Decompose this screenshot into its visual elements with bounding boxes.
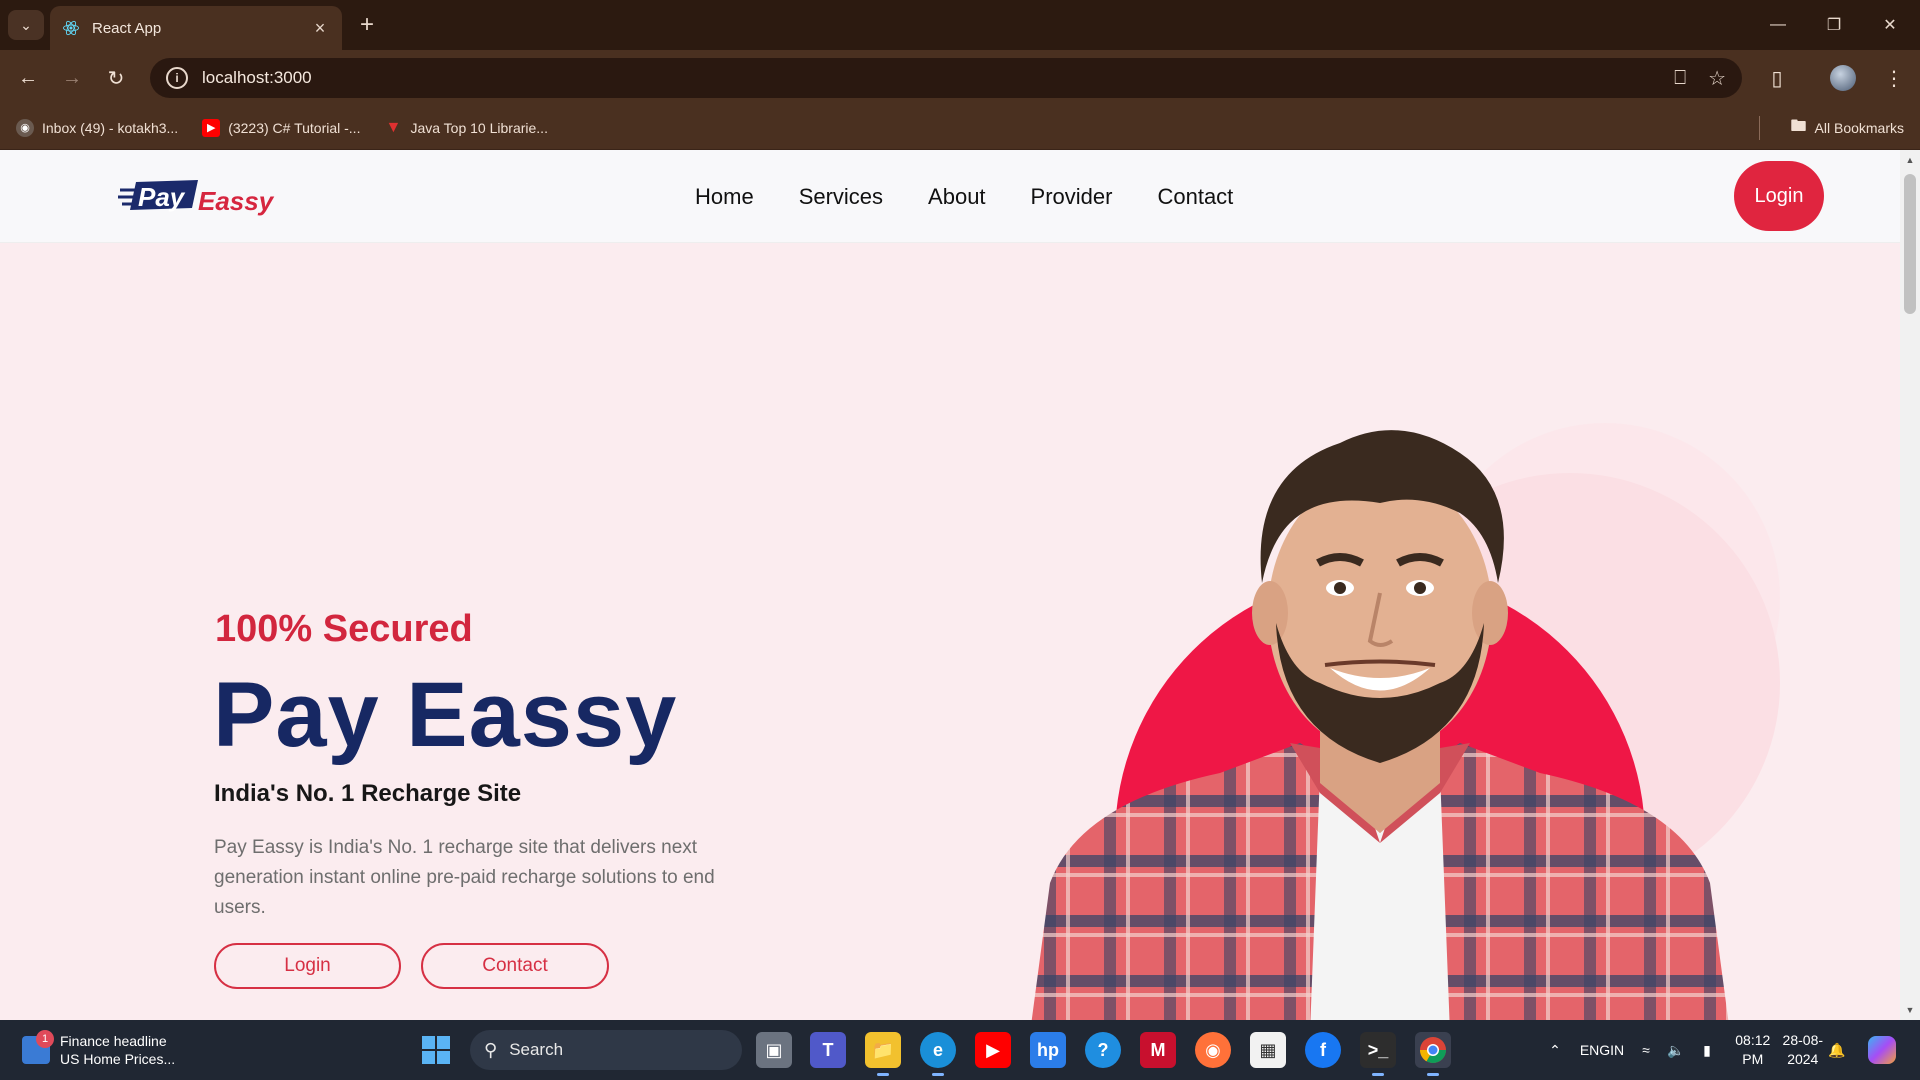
chrome-icon[interactable] — [1415, 1032, 1451, 1076]
teams-icon[interactable]: T — [810, 1032, 846, 1068]
all-bookmarks-button[interactable]: 🖿 All Bookmarks — [1791, 106, 1904, 150]
bookmark-item[interactable]: ▼ Java Top 10 Librarie... — [384, 119, 548, 137]
hp-icon[interactable]: hp — [1030, 1032, 1066, 1068]
hero-eyebrow: 100% Secured — [215, 608, 473, 650]
forward-button[interactable]: → — [56, 62, 88, 94]
bookmark-item[interactable]: ▶ (3223) C# Tutorial -... — [202, 118, 360, 137]
chrome-logo-icon — [1419, 1037, 1447, 1064]
scroll-up-icon[interactable]: ▲ — [1900, 150, 1920, 170]
globe-icon: ◉ — [16, 118, 34, 137]
divider — [1759, 116, 1760, 140]
browser-toolbar: ← → ↻ i localhost:3000 ⎕ ☆ ▯ ⋮ — [0, 50, 1920, 106]
search-icon: ⚲ — [484, 1039, 498, 1060]
youtube-icon: ▶ — [202, 118, 221, 137]
nav-about[interactable]: About — [928, 184, 986, 210]
help-icon[interactable]: ? — [1085, 1032, 1121, 1068]
close-window-button[interactable]: ✕ — [1862, 0, 1918, 50]
site-info-icon[interactable]: i — [166, 67, 188, 89]
reload-button[interactable]: ↻ — [100, 62, 132, 94]
widgets-icon: 1 — [22, 1030, 54, 1064]
svg-text:Eassy: Eassy — [198, 186, 275, 216]
show-hidden-icons[interactable]: ⌃ — [1540, 1020, 1570, 1080]
task-view-icon[interactable]: ▣ — [756, 1032, 792, 1068]
widget-title: Finance headline — [60, 1033, 167, 1049]
widget-subtitle: US Home Prices... — [60, 1051, 176, 1067]
hero-person-image — [1031, 430, 1729, 1020]
nav-contact[interactable]: Contact — [1157, 184, 1233, 210]
address-bar[interactable]: i localhost:3000 ⎕ ☆ — [150, 58, 1742, 98]
site-header: Pay Eassy Home Services About Provider C… — [0, 150, 1900, 243]
windows-taskbar: 1 Finance headline US Home Prices... ⚲ S… — [0, 1020, 1920, 1080]
extensions-icon[interactable]: ▯ — [1763, 64, 1791, 92]
notification-bell-icon[interactable]: 🔔 — [1822, 1020, 1852, 1080]
volume-icon[interactable]: 🔈 — [1662, 1020, 1690, 1080]
restore-button[interactable]: ❐ — [1806, 0, 1862, 50]
react-logo-icon — [63, 20, 79, 36]
active-tab[interactable]: React App × — [50, 6, 342, 50]
bookmarks-bar: ◉ Inbox (49) - kotakh3... ▶ (3223) C# Tu… — [0, 106, 1920, 150]
install-app-icon[interactable]: ⎕ — [1674, 67, 1686, 90]
microsoft-store-icon[interactable]: ▦ — [1250, 1032, 1286, 1068]
firefox-icon[interactable]: ◉ — [1195, 1032, 1231, 1068]
folder-icon: 🖿 — [1790, 117, 1807, 135]
tab-strip: ⌄ React App × + — ❐ ✕ — [0, 0, 1920, 50]
chevron-down-icon: ⌄ — [20, 16, 32, 33]
language-indicator[interactable]: ENG IN — [1580, 1020, 1624, 1080]
taskbar-search[interactable]: ⚲ Search — [470, 1030, 742, 1070]
profile-avatar[interactable] — [1829, 64, 1857, 92]
hero-headline: Pay Eassy — [213, 664, 678, 766]
time: 08:12 PM — [1735, 1032, 1771, 1067]
windows-logo-icon — [422, 1036, 450, 1064]
tab-search-button[interactable]: ⌄ — [8, 10, 44, 40]
vue-logo-icon: ▼ — [385, 118, 402, 136]
start-button[interactable] — [418, 1032, 454, 1068]
payeassy-logo[interactable]: Pay Eassy — [118, 176, 278, 218]
nav-provider[interactable]: Provider — [1031, 184, 1113, 210]
back-button[interactable]: ← — [12, 62, 44, 94]
bookmark-star-icon[interactable]: ☆ — [1708, 66, 1726, 91]
facebook-icon[interactable]: f — [1305, 1032, 1341, 1068]
minimize-button[interactable]: — — [1750, 0, 1806, 50]
edge-icon[interactable]: e — [920, 1032, 956, 1076]
scrollbar-thumb[interactable] — [1904, 174, 1916, 314]
news-widget[interactable]: 1 Finance headline US Home Prices... — [22, 1028, 192, 1072]
hero-section: 100% Secured Pay Eassy India's No. 1 Rec… — [0, 243, 1900, 1020]
nav-home[interactable]: Home — [695, 184, 754, 210]
hero-contact-button[interactable]: Contact — [421, 943, 609, 989]
new-tab-button[interactable]: + — [352, 10, 382, 40]
header-login-button[interactable]: Login — [1734, 161, 1824, 231]
file-explorer-icon[interactable]: 📁 — [865, 1032, 901, 1076]
menu-icon[interactable]: ⋮ — [1880, 64, 1908, 92]
clock[interactable]: 08:12 PM 28-08-2024 — [1730, 1020, 1830, 1080]
battery-icon[interactable]: ▮ — [1692, 1020, 1722, 1080]
tab-title: React App — [92, 19, 162, 37]
close-tab-icon[interactable]: × — [310, 18, 330, 39]
notification-badge: 1 — [36, 1030, 54, 1048]
page-viewport: 100% Secured Pay Eassy India's No. 1 Rec… — [0, 150, 1920, 1020]
bookmark-item[interactable]: ◉ Inbox (49) - kotakh3... — [16, 118, 178, 137]
terminal-icon[interactable]: >_ — [1360, 1032, 1396, 1076]
wifi-icon[interactable]: ≈ — [1632, 1020, 1660, 1080]
svg-text:Pay: Pay — [138, 182, 186, 212]
hero-login-button[interactable]: Login — [214, 943, 401, 989]
hero-tagline: India's No. 1 Recharge Site — [214, 780, 522, 807]
main-nav: Home Services About Provider Contact — [695, 150, 1278, 243]
nav-services[interactable]: Services — [799, 184, 883, 210]
copilot-icon[interactable] — [1862, 1020, 1902, 1080]
mcafee-icon[interactable]: M — [1140, 1032, 1176, 1068]
scroll-down-icon[interactable]: ▼ — [1900, 1000, 1920, 1020]
youtube-icon[interactable]: ▶ — [975, 1032, 1011, 1068]
page-scrollbar[interactable]: ▲ ▼ — [1900, 150, 1920, 1020]
hero-description: Pay Eassy is India's No. 1 recharge site… — [214, 837, 715, 918]
url-text: localhost:3000 — [202, 68, 312, 87]
